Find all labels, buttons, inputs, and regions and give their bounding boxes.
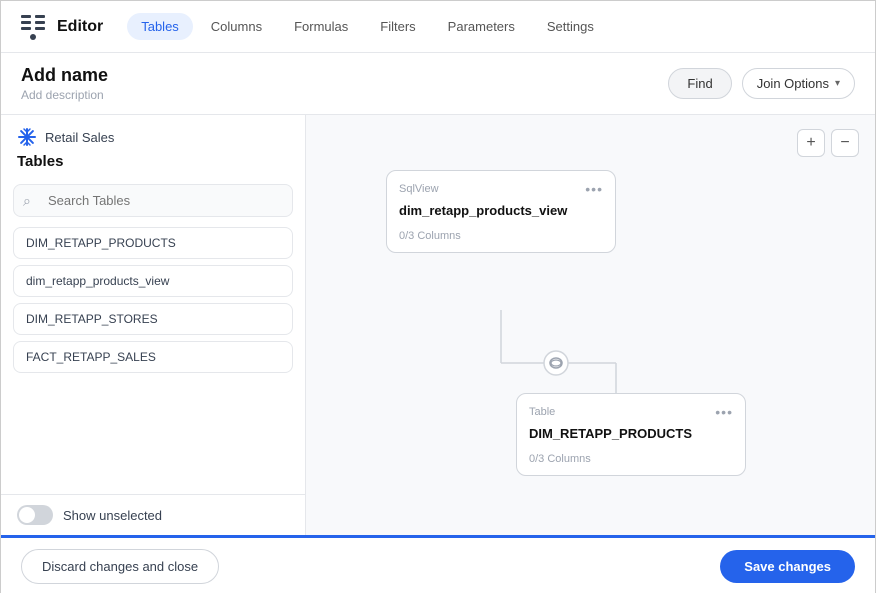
sidebar-brand: Retail Sales: [1, 115, 305, 151]
bottom-bar: Discard changes and close Save changes: [1, 535, 875, 595]
list-item[interactable]: DIM_RETAPP_PRODUCTS: [13, 227, 293, 259]
tab-formulas[interactable]: Formulas: [280, 13, 362, 40]
search-icon: ⌕: [23, 192, 31, 209]
header-right: Find Join Options ▾: [668, 68, 855, 99]
show-unselected-label: Show unselected: [63, 508, 162, 523]
tab-filters[interactable]: Filters: [366, 13, 429, 40]
table-list: DIM_RETAPP_PRODUCTS dim_retapp_products_…: [1, 227, 305, 494]
header-left: Add name Add description: [21, 65, 108, 102]
zoom-out-button[interactable]: −: [831, 129, 859, 157]
brand-name: Retail Sales: [45, 130, 114, 145]
tab-columns[interactable]: Columns: [197, 13, 276, 40]
tab-tables[interactable]: Tables: [127, 13, 193, 40]
node-sqlview[interactable]: SqlView ••• dim_retapp_products_view 0/3…: [386, 170, 616, 253]
canvas-controls: + −: [797, 129, 859, 157]
node-table[interactable]: Table ••• DIM_RETAPP_PRODUCTS 0/3 Column…: [516, 393, 746, 476]
save-button[interactable]: Save changes: [720, 550, 855, 583]
list-item[interactable]: DIM_RETAPP_STORES: [13, 303, 293, 335]
dataset-description: Add description: [21, 88, 108, 102]
node-columns: 0/3 Columns: [517, 449, 745, 475]
node-menu-icon[interactable]: •••: [715, 404, 733, 420]
dataset-title: Add name: [21, 65, 108, 86]
find-button[interactable]: Find: [668, 68, 731, 99]
sidebar: Retail Sales Tables ⌕ DIM_RETAPP_PRODUCT…: [1, 115, 306, 535]
sidebar-footer: Show unselected: [1, 494, 305, 535]
show-unselected-toggle[interactable]: [17, 505, 53, 525]
brand-snowflake-icon: [17, 127, 37, 147]
node-name: DIM_RETAPP_PRODUCTS: [517, 424, 745, 449]
canvas-area[interactable]: + − SqlView ••• dim_retapp_products_view…: [306, 115, 875, 535]
node-type-label: SqlView: [399, 183, 439, 195]
logo-area: Editor: [17, 11, 103, 43]
node-columns: 0/3 Columns: [387, 226, 615, 252]
top-bar: Editor Tables Columns Formulas Filters P…: [1, 1, 875, 53]
join-options-button[interactable]: Join Options ▾: [742, 68, 855, 99]
list-item[interactable]: FACT_RETAPP_SALES: [13, 341, 293, 373]
list-item[interactable]: dim_retapp_products_view: [13, 265, 293, 297]
search-input[interactable]: [13, 184, 293, 217]
node-header: Table •••: [517, 394, 745, 424]
app-title: Editor: [57, 18, 103, 36]
tab-parameters[interactable]: Parameters: [434, 13, 529, 40]
node-menu-icon[interactable]: •••: [585, 181, 603, 197]
node-type-label: Table: [529, 406, 555, 418]
node-header: SqlView •••: [387, 171, 615, 201]
sidebar-section-title: Tables: [1, 151, 305, 180]
zoom-in-button[interactable]: +: [797, 129, 825, 157]
discard-button[interactable]: Discard changes and close: [21, 549, 219, 584]
node-name: dim_retapp_products_view: [387, 201, 615, 226]
header-area: Add name Add description Find Join Optio…: [1, 53, 875, 115]
main-layout: Retail Sales Tables ⌕ DIM_RETAPP_PRODUCT…: [1, 115, 875, 535]
chevron-down-icon: ▾: [835, 78, 840, 89]
nav-tabs: Tables Columns Formulas Filters Paramete…: [127, 13, 608, 40]
tab-settings[interactable]: Settings: [533, 13, 608, 40]
logo-icon: [17, 11, 49, 43]
search-box: ⌕: [13, 184, 293, 217]
